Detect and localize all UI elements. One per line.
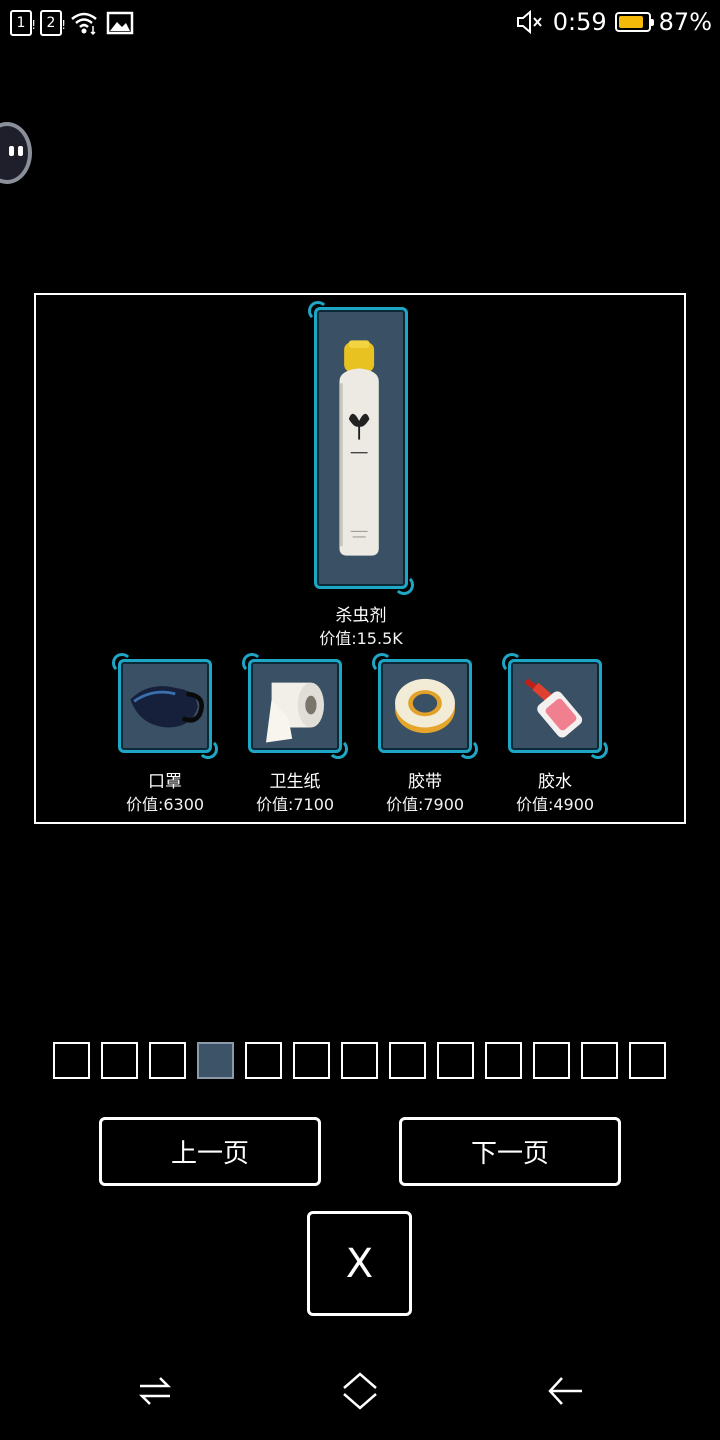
page-dot-4[interactable]: [197, 1042, 234, 1079]
bubble-eye-left: [9, 146, 14, 156]
close-button[interactable]: X: [307, 1211, 412, 1316]
toilet-paper-icon: [265, 682, 325, 743]
prev-page-button[interactable]: 上一页: [99, 1117, 321, 1186]
page-dot-11[interactable]: [533, 1042, 570, 1079]
item-name-toilet-paper: 卫生纸: [269, 772, 321, 792]
battery-fill: [618, 16, 644, 28]
status-bar: 1! 2! 0:59 87%: [0, 0, 720, 48]
featured-item-value: 价值:15.5K: [319, 629, 403, 648]
page-dot-7[interactable]: [341, 1042, 378, 1079]
clock: 0:59: [552, 8, 607, 36]
item-value-toilet-paper: 价值:7100: [255, 795, 335, 814]
item-slot-mask[interactable]: [112, 653, 218, 759]
sim1-label: 1: [16, 15, 26, 31]
page-dot-5[interactable]: [245, 1042, 282, 1079]
mute-icon: [516, 9, 542, 35]
page-dot-12[interactable]: [581, 1042, 618, 1079]
page-dot-13[interactable]: [629, 1042, 666, 1079]
page-dot-6[interactable]: [293, 1042, 330, 1079]
floating-assistant-bubble[interactable]: [0, 122, 32, 184]
page-dot-3[interactable]: [149, 1042, 186, 1079]
insecticide-spray-can-icon: [339, 340, 379, 556]
item-name-tape: 胶带: [408, 772, 442, 792]
page-dot-9[interactable]: [437, 1042, 474, 1079]
page-dot-2[interactable]: [101, 1042, 138, 1079]
item-slot-glue[interactable]: [502, 653, 608, 759]
item-value-mask: 价值:6300: [125, 795, 205, 814]
item-slot-tape[interactable]: [372, 653, 478, 759]
gallery-icon: [106, 11, 134, 35]
sim1-icon: 1!: [10, 10, 36, 36]
item-slot-toilet-paper[interactable]: [242, 653, 348, 759]
item-value-glue: 价值:4900: [515, 795, 595, 814]
page-dot-8[interactable]: [389, 1042, 426, 1079]
switch-apps-icon[interactable]: [136, 1372, 174, 1410]
battery-percent: 87%: [658, 8, 712, 36]
battery-icon: [614, 12, 654, 32]
page-dot-10[interactable]: [485, 1042, 522, 1079]
face-mask-icon: [130, 686, 204, 728]
featured-item-slot[interactable]: [308, 301, 414, 595]
sim2-label: 2: [46, 15, 56, 31]
home-icon[interactable]: [340, 1370, 380, 1412]
item-name-mask: 口罩: [148, 772, 182, 792]
page-dot-1[interactable]: [53, 1042, 90, 1079]
item-value-tape: 价值:7900: [385, 795, 465, 814]
page-indicator: [53, 1042, 666, 1079]
item-panel: 杀虫剂 价值:15.5K 口罩 价值:6300 卫生纸 价值:7100 胶带 价…: [34, 293, 686, 824]
glue-bottle-icon: [524, 678, 583, 738]
status-right-icons: 0:59 87%: [515, 8, 712, 36]
wifi-icon: [71, 12, 97, 36]
back-icon[interactable]: [546, 1372, 584, 1410]
next-page-button[interactable]: 下一页: [399, 1117, 621, 1186]
sim2-icon: 2!: [40, 10, 66, 36]
featured-item-name: 杀虫剂: [335, 606, 387, 626]
tape-roll-icon: [395, 678, 455, 734]
bubble-eye-right: [18, 146, 23, 156]
item-name-glue: 胶水: [538, 772, 572, 792]
status-left-icons: 1! 2!: [10, 10, 134, 36]
